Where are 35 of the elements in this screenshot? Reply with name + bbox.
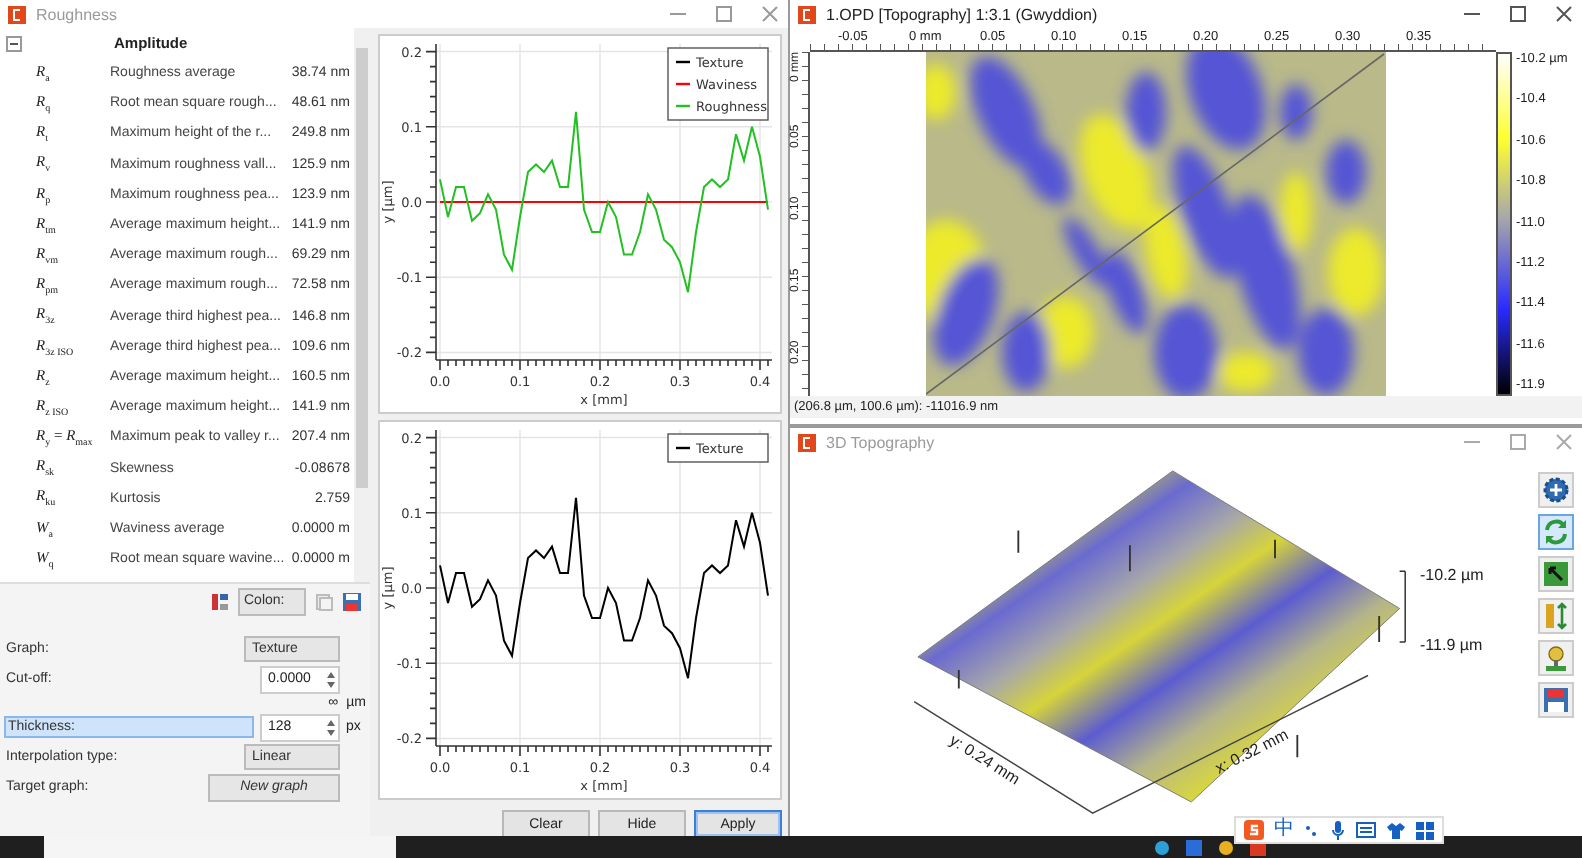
spin-arrows-icon[interactable] <box>326 669 336 689</box>
s-logo-icon[interactable] <box>1244 820 1264 840</box>
axis-label: -10.2 µm <box>1420 566 1484 584</box>
app-icon <box>8 5 26 23</box>
ruler-icon <box>1542 602 1570 630</box>
window-title: Roughness <box>36 5 117 23</box>
microphone-icon[interactable] <box>1330 820 1346 840</box>
lamp-icon <box>1542 644 1570 672</box>
keyboard-icon[interactable] <box>1356 822 1376 838</box>
input-mode-label[interactable]: 中 <box>1274 820 1294 840</box>
scrollbar[interactable] <box>354 28 370 582</box>
save-icon[interactable] <box>342 591 362 611</box>
shirt-icon[interactable] <box>1386 821 1406 839</box>
search-field[interactable] <box>44 836 396 858</box>
maximize-icon[interactable] <box>1508 4 1528 24</box>
spin-arrows-icon[interactable] <box>326 717 336 737</box>
colormap-icon[interactable] <box>210 591 230 611</box>
scroll-thumb[interactable] <box>356 48 368 488</box>
axis-label: y: 0.24 mm <box>946 731 1023 789</box>
save-icon <box>1542 686 1570 714</box>
window-title: 1.OPD [Topography] 1:3.1 (Gwyddion) <box>826 5 1098 23</box>
grid-icon[interactable] <box>1416 821 1434 839</box>
collapse-icon[interactable] <box>6 35 22 51</box>
punctuation-icon[interactable] <box>1304 822 1320 838</box>
rotate-icon <box>1542 518 1570 546</box>
app-icon <box>798 433 816 451</box>
cursor-square-icon <box>1542 560 1570 588</box>
gear-plus-icon <box>1542 476 1570 504</box>
window-title: 3D Topography <box>826 433 935 451</box>
axis-label: x: 0.32 mm <box>1212 725 1292 778</box>
tool-button[interactable] <box>1538 556 1574 592</box>
tool-button[interactable] <box>1538 472 1574 508</box>
app-icon <box>798 5 816 23</box>
close-icon[interactable] <box>1554 4 1574 24</box>
axis-label: -11.9 µm <box>1420 636 1483 654</box>
